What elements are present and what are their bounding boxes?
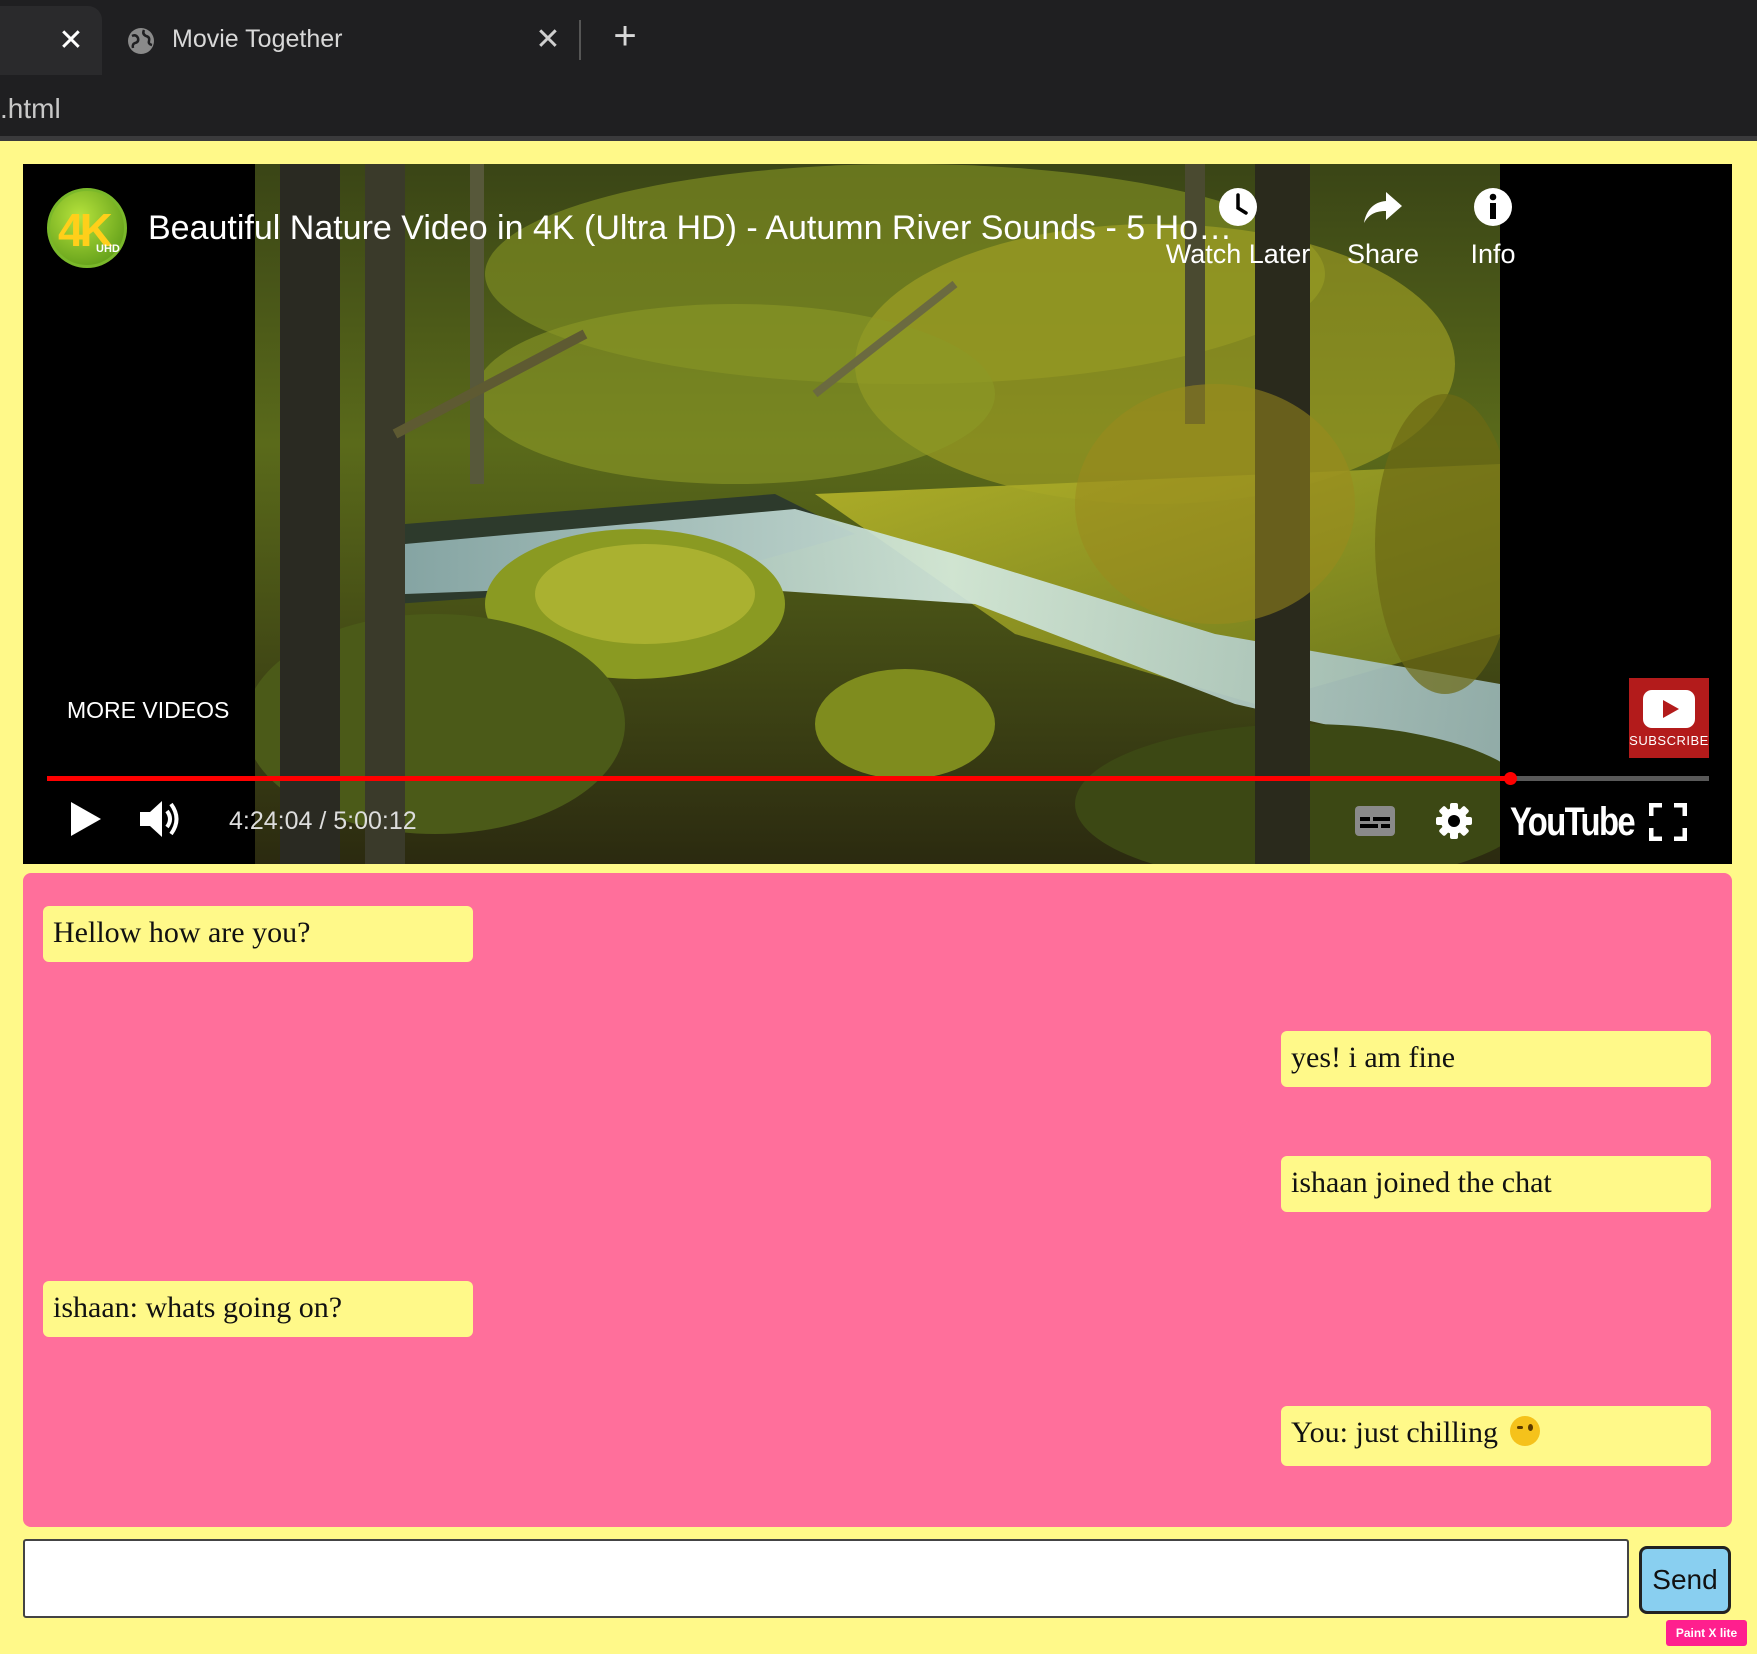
subscribe-button[interactable]: SUBSCRIBE (1629, 678, 1709, 758)
settings-icon[interactable] (1435, 802, 1473, 840)
close-icon[interactable]: ✕ (58, 26, 84, 56)
progress-bar[interactable] (47, 772, 1709, 785)
captions-icon[interactable] (1354, 805, 1396, 837)
time-display: 4:24:04 / 5:00:12 (229, 807, 417, 835)
info-icon (1474, 188, 1512, 226)
address-bar[interactable]: .html (0, 75, 1757, 141)
new-tab-plus-icon[interactable]: + (607, 16, 643, 56)
info-button[interactable]: Info (1443, 186, 1543, 270)
watermark-badge: Paint X lite (1666, 1620, 1747, 1646)
tab-title: Movie Together (172, 25, 343, 53)
clock-icon (1219, 188, 1257, 226)
close-icon[interactable]: ✕ (534, 25, 562, 55)
share-label: Share (1346, 239, 1420, 269)
browser-tab-strip: ✕ Movie Together ✕ + (0, 0, 1757, 75)
channel-logo[interactable]: 4K UHD (47, 188, 127, 268)
volume-icon[interactable] (138, 797, 182, 841)
play-icon[interactable] (69, 800, 103, 838)
chat-message: ishaan: whats going on? (43, 1281, 473, 1337)
youtube-logo[interactable]: YouTube (1510, 800, 1636, 845)
winking-face-icon (1509, 1416, 1540, 1446)
video-title[interactable]: Beautiful Nature Video in 4K (Ultra HD) … (148, 209, 1278, 248)
chat-message: You: just chilling (1281, 1406, 1711, 1466)
globe-icon (128, 28, 154, 54)
share-arrow-icon (1364, 192, 1402, 223)
chat-message-text: You: just chilling (1291, 1416, 1498, 1449)
tab-movie-together[interactable]: Movie Together ✕ (104, 6, 574, 75)
channel-logo-subtext: UHD (96, 243, 120, 255)
chat-message-text: ishaan joined the chat (1291, 1166, 1552, 1199)
address-text[interactable]: .html (0, 93, 61, 125)
fullscreen-icon[interactable] (1649, 803, 1687, 841)
chat-message: yes! i am fine (1281, 1031, 1711, 1087)
info-label: Info (1470, 239, 1516, 269)
watch-later-label: Watch Later (1165, 239, 1311, 269)
chat-message-input[interactable] (23, 1539, 1629, 1618)
chat-message-text: yes! i am fine (1291, 1041, 1456, 1074)
chat-panel: Hellow how are you? yes! i am fine ishaa… (23, 873, 1732, 1527)
tab-divider (579, 20, 581, 60)
chat-message: Hellow how are you? (43, 906, 473, 962)
more-videos-button[interactable]: MORE VIDEOS (67, 697, 229, 724)
share-button[interactable]: Share (1323, 186, 1443, 270)
subscribe-label: SUBSCRIBE (1629, 733, 1709, 748)
video-player[interactable]: 4K UHD Beautiful Nature Video in 4K (Ult… (23, 164, 1732, 864)
progress-fill (47, 776, 1510, 781)
chat-message-text: ishaan: whats going on? (53, 1291, 343, 1324)
send-button[interactable]: Send (1639, 1546, 1731, 1614)
tab-previous[interactable]: ✕ (0, 6, 102, 75)
chat-message-text: Hellow how are you? (53, 916, 311, 949)
chat-message: ishaan joined the chat (1281, 1156, 1711, 1212)
progress-scrubber[interactable] (1503, 772, 1517, 785)
watch-later-button[interactable]: Watch Later (1158, 186, 1318, 270)
youtube-play-icon (1643, 690, 1695, 728)
